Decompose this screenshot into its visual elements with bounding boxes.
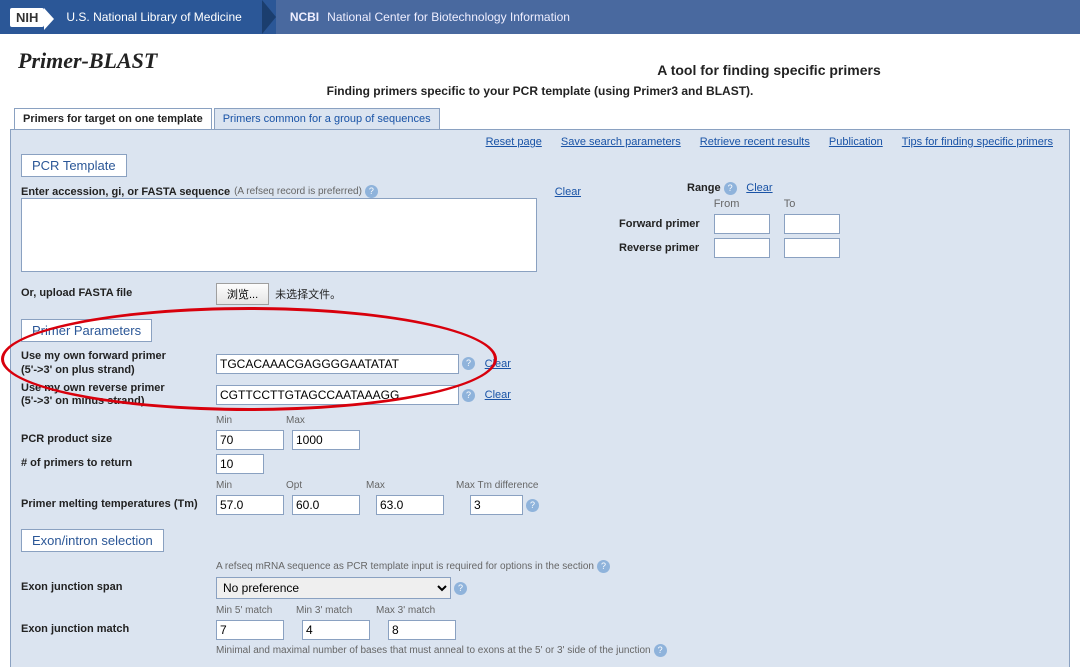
product-size-max-input[interactable]: [292, 430, 360, 450]
exon-min5-head: Min 5' match: [216, 605, 296, 616]
range-fwd-from-input[interactable]: [714, 214, 770, 234]
quick-links: Reset page Save search parameters Retrie…: [21, 136, 1059, 148]
own-rev-primer-input[interactable]: [216, 385, 459, 405]
nih-logo[interactable]: NIH: [10, 8, 44, 27]
help-icon[interactable]: ?: [526, 499, 539, 512]
help-icon[interactable]: ?: [724, 182, 737, 195]
tm-diff-head: Max Tm difference: [456, 480, 586, 491]
ncbi-full: National Center for Biotechnology Inform…: [327, 10, 570, 24]
template-sequence-input[interactable]: [21, 198, 537, 272]
range-clear-link[interactable]: Clear: [746, 182, 772, 194]
help-icon[interactable]: ?: [454, 582, 467, 595]
range-rev-label: Reverse primer: [613, 237, 706, 259]
exon-note: A refseq mRNA sequence as PCR template i…: [216, 561, 594, 572]
exon-max3-input[interactable]: [388, 620, 456, 640]
exon-min3-head: Min 3' match: [296, 605, 376, 616]
size-max-head: Max: [286, 415, 356, 426]
tm-min-input[interactable]: [216, 495, 284, 515]
range-table: From To Forward primer Reverse primer: [611, 195, 848, 261]
help-icon[interactable]: ?: [654, 644, 667, 657]
size-min-head: Min: [216, 415, 286, 426]
own-rev-primer-label: Use my own reverse primer (5'->3' on min…: [21, 382, 216, 410]
page-title: Primer-BLAST: [18, 48, 458, 74]
tm-label: Primer melting temperatures (Tm): [21, 498, 216, 512]
range-rev-from-input[interactable]: [714, 238, 770, 258]
link-tips[interactable]: Tips for finding specific primers: [902, 136, 1053, 148]
product-size-min-input[interactable]: [216, 430, 284, 450]
own-fwd-primer-input[interactable]: [216, 354, 459, 374]
header-nav: NIH U.S. National Library of Medicine NC…: [0, 0, 1080, 34]
link-save-params[interactable]: Save search parameters: [561, 136, 681, 148]
help-icon[interactable]: ?: [462, 389, 475, 402]
help-icon[interactable]: ?: [597, 560, 610, 573]
primer-count-label: # of primers to return: [21, 457, 216, 471]
range-from-head: From: [708, 197, 776, 211]
exon-min3-input[interactable]: [302, 620, 370, 640]
tm-min-head: Min: [216, 480, 286, 491]
tm-max-input[interactable]: [376, 495, 444, 515]
exon-footnote: Minimal and maximal number of bases that…: [216, 645, 651, 656]
link-reset-page[interactable]: Reset page: [486, 136, 542, 148]
section-pcr-template: PCR Template: [21, 154, 127, 177]
exon-min5-input[interactable]: [216, 620, 284, 640]
nlm-label: U.S. National Library of Medicine: [66, 10, 261, 24]
page-tagline: Finding primers specific to your PCR tem…: [0, 84, 1080, 98]
range-fwd-to-input[interactable]: [784, 214, 840, 234]
tm-opt-input[interactable]: [292, 495, 360, 515]
ncbi-bar[interactable]: NCBI National Center for Biotechnology I…: [276, 0, 1080, 34]
exon-span-label: Exon junction span: [21, 581, 216, 595]
range-rev-to-input[interactable]: [784, 238, 840, 258]
primer-count-input[interactable]: [216, 454, 264, 474]
product-size-label: PCR product size: [21, 433, 216, 447]
ncbi-short: NCBI: [290, 10, 319, 24]
rev-primer-clear-link[interactable]: Clear: [485, 389, 511, 401]
link-retrieve-results[interactable]: Retrieve recent results: [700, 136, 810, 148]
tab-strip: Primers for target on one template Prime…: [14, 108, 1080, 129]
link-publication[interactable]: Publication: [829, 136, 883, 148]
template-clear-link[interactable]: Clear: [555, 186, 581, 198]
upload-label: Or, upload FASTA file: [21, 287, 216, 301]
browse-button[interactable]: 浏览...: [216, 283, 269, 305]
own-fwd-primer-label: Use my own forward primer (5'->3' on plu…: [21, 350, 216, 378]
tm-diff-input[interactable]: [470, 495, 523, 515]
tm-opt-head: Opt: [286, 480, 366, 491]
exon-match-label: Exon junction match: [21, 623, 216, 637]
help-icon[interactable]: ?: [365, 185, 378, 198]
template-seq-label: Enter accession, gi, or FASTA sequence: [21, 186, 230, 198]
exon-max3-head: Max 3' match: [376, 605, 456, 616]
help-icon[interactable]: ?: [462, 357, 475, 370]
exon-span-select[interactable]: No preference: [216, 577, 451, 599]
section-exon-intron: Exon/intron selection: [21, 529, 164, 552]
fwd-primer-clear-link[interactable]: Clear: [485, 358, 511, 370]
tm-max-head: Max: [366, 480, 456, 491]
range-fwd-label: Forward primer: [613, 213, 706, 235]
range-to-head: To: [778, 197, 846, 211]
tab-single-template[interactable]: Primers for target on one template: [14, 108, 212, 129]
main-panel: Reset page Save search parameters Retrie…: [10, 129, 1070, 667]
file-status: 未选择文件。: [275, 286, 341, 302]
tab-group-sequences[interactable]: Primers common for a group of sequences: [214, 108, 440, 129]
range-label: Range: [687, 182, 721, 194]
page-subtitle: A tool for finding specific primers: [458, 62, 1080, 78]
chevron-divider-icon: [262, 0, 276, 34]
template-seq-hint: (A refseq record is preferred): [234, 186, 362, 197]
section-primer-params: Primer Parameters: [21, 319, 152, 342]
